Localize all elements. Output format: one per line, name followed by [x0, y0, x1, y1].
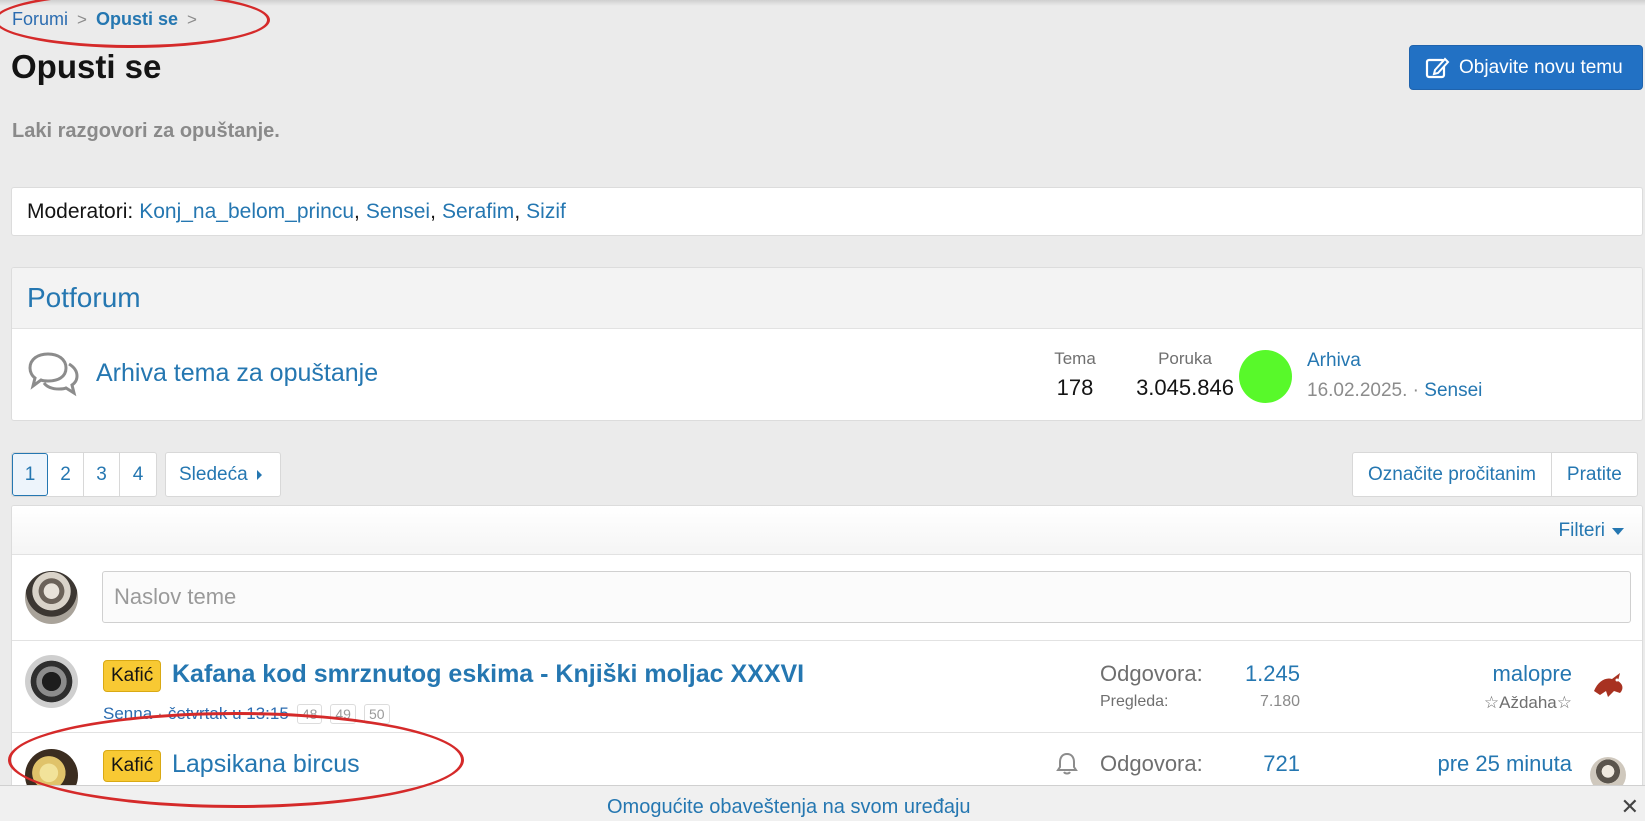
- thread-date[interactable]: četvrtak u 13:15: [168, 704, 289, 724]
- stat-value: 178: [1056, 375, 1094, 400]
- last-post-time[interactable]: malopre: [1493, 661, 1572, 686]
- subforum-node-row: Arhiva tema za opuštanje Tema 178 Poruka…: [12, 329, 1642, 420]
- next-page-label: Sledeća: [179, 463, 248, 485]
- views-value: 7.180: [1259, 693, 1300, 710]
- moderator-link[interactable]: Sizif: [526, 200, 566, 224]
- notification-bar: Omogućite obaveštenja na svom uređaju ✕: [0, 785, 1645, 821]
- breadcrumb-separator: >: [186, 9, 197, 29]
- follow-button[interactable]: Pratite: [1550, 453, 1637, 496]
- stat-label: Poruka: [1158, 349, 1212, 368]
- replies-value: 721: [1263, 751, 1300, 776]
- thread-title[interactable]: Kafana kod smrznutog eskima - Knjiški mo…: [172, 660, 804, 689]
- bell-icon: [1056, 752, 1078, 775]
- breadcrumb-separator: >: [77, 9, 87, 29]
- avatar[interactable]: [1239, 350, 1292, 403]
- mark-read-button[interactable]: Označite pročitanim: [1353, 453, 1551, 496]
- thread-last-post: malopre ☆Aždaha☆: [1484, 661, 1572, 713]
- stat-tema: Tema 178: [1040, 349, 1110, 401]
- thread-stats: Odgovora: 721: [1100, 751, 1300, 777]
- stat-label: Tema: [1054, 349, 1096, 368]
- stat-value: 3.045.846: [1136, 375, 1234, 400]
- thread-list: Filteri Naslov teme Kafić Kafana kod smr…: [11, 505, 1643, 821]
- forum-actions: Označite pročitanim Pratite: [1352, 452, 1638, 497]
- stat-poruka: Poruka 3.045.846: [1120, 349, 1250, 401]
- latest-post-user[interactable]: Sensei: [1424, 380, 1482, 401]
- breadcrumb: Forumi > Opusti se >: [12, 9, 197, 30]
- latest-post: Arhiva 16.02.2025. · Sensei: [1307, 350, 1482, 402]
- last-post-time[interactable]: pre 25 minuta: [1437, 751, 1572, 776]
- page-link[interactable]: 4: [120, 453, 156, 496]
- moderator-link[interactable]: Sensei: [366, 200, 430, 224]
- moderator-link[interactable]: Konj_na_belom_princu: [139, 200, 354, 224]
- edit-icon: [1425, 57, 1450, 78]
- breadcrumb-current-link[interactable]: Opusti se: [96, 9, 178, 30]
- comma: ,: [514, 199, 521, 223]
- chat-bubbles-icon: [28, 352, 79, 397]
- last-post-user[interactable]: ☆Aždaha☆: [1484, 693, 1572, 713]
- mini-page-link[interactable]: 49: [330, 704, 356, 724]
- breadcrumb-forumi-link[interactable]: Forumi: [12, 9, 68, 30]
- subforum-block: Potforum Arhiva tema za opuštanje Tema 1…: [11, 267, 1643, 421]
- comma: ,: [354, 199, 360, 223]
- thread-stats: Odgovora: 1.245 Pregleda: 7.180: [1100, 661, 1300, 711]
- page-title: Opusti se: [11, 48, 162, 85]
- replies-label: Odgovora:: [1100, 751, 1203, 776]
- forum-description: Laki razgovori za opuštanje.: [12, 120, 280, 142]
- latest-post-date: 16.02.2025.: [1307, 380, 1408, 401]
- meta-dot: ·: [1412, 380, 1425, 401]
- filters-label: Filteri: [1558, 520, 1605, 541]
- page-list: 1 2 3 4: [11, 452, 157, 497]
- moderators-label: Moderatori:: [27, 199, 134, 223]
- comma: ,: [430, 199, 436, 223]
- filters-menu[interactable]: Filteri: [1559, 520, 1624, 542]
- caret-right-icon: [256, 469, 262, 480]
- avatar[interactable]: [25, 655, 78, 708]
- subforum-heading[interactable]: Potforum: [12, 268, 1642, 329]
- mini-page-link[interactable]: 50: [363, 704, 390, 724]
- thread-meta: Senna · četvrtak u 13:15 48 49 50: [103, 704, 390, 724]
- replies-label: Odgovora:: [1100, 661, 1203, 686]
- pagination: 1 2 3 4 Sledeća: [11, 452, 281, 497]
- mini-page-link[interactable]: 48: [296, 704, 323, 724]
- moderators-bar: Moderatori: Konj_na_belom_princu, Sensei…: [11, 187, 1643, 236]
- next-page-button[interactable]: Sledeća: [165, 452, 281, 497]
- caret-down-icon: [1612, 527, 1624, 535]
- close-icon[interactable]: ✕: [1621, 794, 1639, 820]
- latest-post-title[interactable]: Arhiva: [1307, 350, 1361, 371]
- dragon-avatar-icon[interactable]: [1590, 667, 1626, 703]
- thread-author[interactable]: Senna: [103, 704, 152, 724]
- thread-row: Kafić Kafana kod smrznutog eskima - Knji…: [12, 641, 1642, 733]
- new-topic-button[interactable]: Objavite novu temu: [1409, 45, 1643, 90]
- thread-prefix[interactable]: Kafić: [103, 660, 162, 692]
- filter-bar: Filteri: [12, 506, 1642, 555]
- thread-title-input[interactable]: Naslov teme: [102, 571, 1631, 623]
- thread-title[interactable]: Lapsikana bircus: [172, 750, 360, 779]
- new-topic-label: Objavite novu temu: [1459, 56, 1623, 78]
- moderator-link[interactable]: Serafim: [442, 200, 514, 224]
- subforum-node-title[interactable]: Arhiva tema za opuštanje: [96, 359, 378, 388]
- page-link-active[interactable]: 1: [12, 453, 48, 496]
- top-shadow: [0, 0, 1645, 6]
- page-link[interactable]: 2: [48, 453, 84, 496]
- avatar[interactable]: [25, 571, 78, 624]
- replies-value: 1.245: [1244, 661, 1300, 686]
- enable-notifications-link[interactable]: Omogućite obaveštenja na svom uređaju: [607, 796, 971, 819]
- thread-prefix[interactable]: Kafić: [103, 750, 162, 782]
- quick-thread-row: Naslov teme: [12, 555, 1642, 641]
- views-label: Pregleda:: [1100, 693, 1169, 710]
- thread-last-post: pre 25 minuta: [1437, 751, 1572, 777]
- meta-dot: ·: [157, 704, 163, 723]
- page-link[interactable]: 3: [84, 453, 120, 496]
